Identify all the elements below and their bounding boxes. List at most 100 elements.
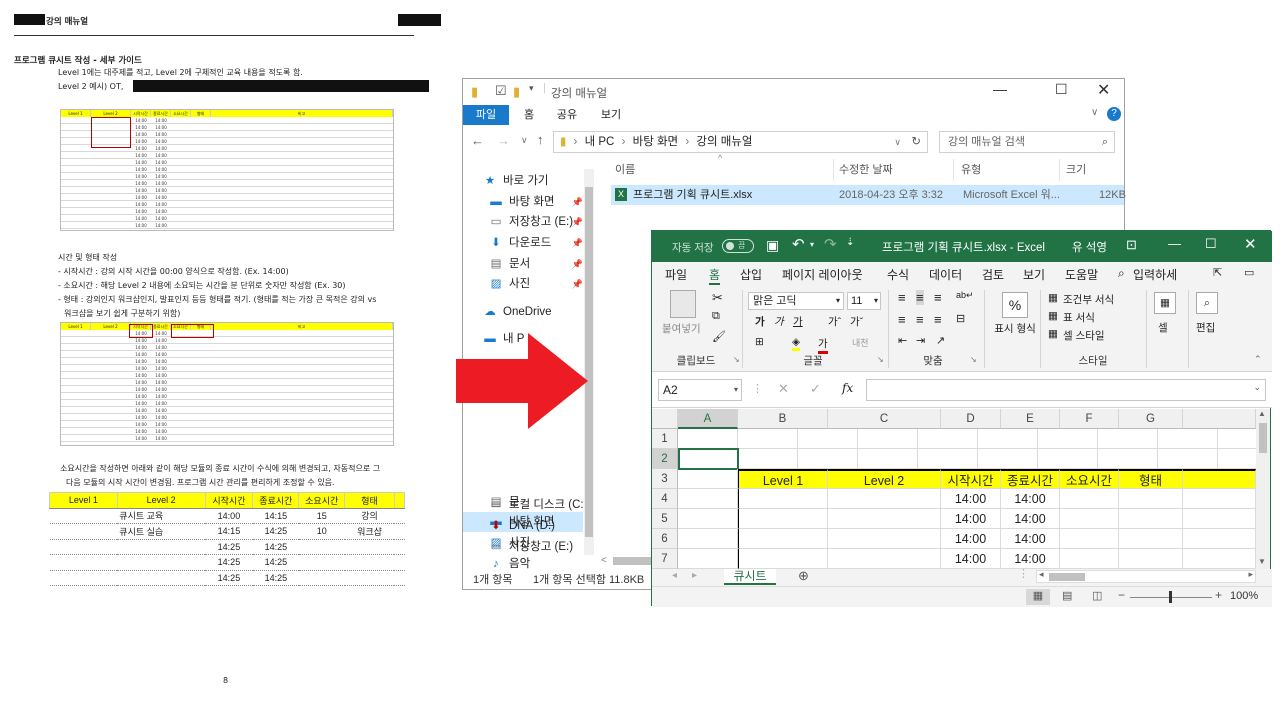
cut-icon[interactable]: ✂ — [712, 290, 723, 306]
column-header[interactable]: E — [1001, 409, 1060, 429]
horizontal-scrollbar[interactable]: ◂ ▸ — [1036, 569, 1256, 583]
pin-icon[interactable]: 📌 — [572, 254, 583, 274]
cell[interactable]: 14:00 — [941, 489, 1001, 509]
zoom-level[interactable]: 100% — [1230, 590, 1258, 602]
collapse-ribbon-icon[interactable]: ⌃ — [1254, 354, 1262, 365]
cell[interactable]: 14:00 — [941, 529, 1001, 549]
paste-label[interactable]: 붙여넣기 — [662, 321, 701, 336]
number-format-button[interactable]: 표시 형식 — [992, 322, 1038, 336]
h-scrollbar-thumb[interactable] — [613, 557, 653, 565]
tab-view[interactable]: 보기 — [595, 105, 627, 125]
close-icon[interactable]: ✕ — [1244, 235, 1257, 253]
editing-button[interactable]: 편집 — [1196, 320, 1215, 335]
column-header[interactable]: G — [1119, 409, 1183, 429]
cell[interactable]: 14:00 — [1001, 489, 1060, 509]
cell[interactable]: 14:00 — [1001, 549, 1060, 569]
cond-format-button[interactable]: 조건부 서식 — [1063, 292, 1114, 307]
italic-icon[interactable]: 가 — [774, 314, 784, 329]
paste-icon[interactable] — [670, 290, 696, 318]
row-header[interactable]: 4 — [652, 489, 678, 509]
cancel-icon[interactable]: ✕ — [778, 381, 789, 397]
undo-icon[interactable]: ↶ — [792, 235, 805, 253]
insert-function-icon[interactable]: fx — [842, 381, 853, 395]
cell[interactable] — [1119, 549, 1183, 569]
help-icon[interactable]: ? — [1107, 107, 1121, 121]
cell[interactable] — [1183, 549, 1256, 569]
bold-icon[interactable]: 가 — [755, 314, 765, 329]
refresh-icon[interactable]: ↻ — [911, 132, 921, 152]
pin-icon[interactable]: 📌 — [572, 192, 583, 212]
scroll-right-icon[interactable]: ▸ — [1248, 569, 1253, 580]
save-icon[interactable]: ▣ — [766, 237, 779, 254]
comments-icon[interactable]: ▭ — [1244, 266, 1254, 279]
name-box[interactable]: A2 ▾ — [658, 379, 742, 401]
enter-icon[interactable]: ✓ — [810, 381, 821, 397]
selected-cell-a2[interactable] — [678, 448, 739, 470]
undo-dropdown-icon[interactable]: ▾ — [810, 240, 814, 249]
font-name-select[interactable]: 맑은 고딕 ▾ — [748, 292, 844, 310]
decrease-indent-icon[interactable]: ⇤ — [898, 334, 907, 347]
tab-formulas[interactable]: 수식 — [887, 266, 909, 283]
zoom-out-icon[interactable]: − — [1118, 588, 1125, 602]
page-layout-view-icon[interactable]: ▤ — [1062, 589, 1072, 602]
cell[interactable] — [1060, 509, 1119, 529]
redo-icon[interactable]: ↷ — [824, 235, 837, 253]
search-input[interactable]: 강의 매뉴얼 검색 ⌕ — [939, 131, 1115, 153]
nav-item-pictures[interactable]: ▨ 사진 📌 — [489, 274, 583, 294]
tab-file[interactable]: 파일 — [463, 105, 509, 125]
cell[interactable]: 14:00 — [1001, 509, 1060, 529]
align-center-icon[interactable]: ≡ — [916, 312, 924, 327]
cell[interactable] — [678, 549, 738, 569]
cell[interactable]: 14:00 — [941, 509, 1001, 529]
breadcrumb-desktop[interactable]: 바탕 화면 — [633, 136, 679, 148]
scroll-left-icon[interactable]: < — [601, 555, 607, 566]
tab-data[interactable]: 데이터 — [929, 266, 962, 283]
formula-input[interactable]: ⌄ — [866, 379, 1266, 401]
header-cell[interactable]: 소요시간 — [1060, 469, 1119, 489]
cell[interactable] — [1183, 509, 1256, 529]
forward-icon[interactable]: → — [497, 133, 510, 148]
customize-qat-icon[interactable]: ⇣ — [846, 237, 854, 248]
header-cell[interactable]: Level 1 — [738, 469, 828, 489]
tab-review[interactable]: 검토 — [982, 266, 1004, 283]
merge-icon[interactable]: ⊟ — [956, 312, 965, 325]
cell[interactable] — [828, 489, 941, 509]
align-top-icon[interactable]: ≡ — [898, 290, 906, 305]
dialog-launcher-icon[interactable]: ↘ — [877, 355, 884, 364]
tab-home[interactable]: 홈 — [709, 266, 721, 285]
tab-share[interactable]: 공유 — [551, 105, 583, 125]
cell[interactable] — [738, 489, 828, 509]
column-header[interactable]: C — [828, 409, 941, 429]
row-header[interactable]: 1 — [652, 429, 678, 449]
format-painter-icon[interactable]: 🖌 — [712, 330, 726, 343]
column-size[interactable]: 크기 — [1066, 159, 1086, 181]
cell[interactable] — [1060, 489, 1119, 509]
column-header[interactable]: F — [1060, 409, 1119, 429]
share-icon[interactable]: ⇱ — [1213, 266, 1222, 279]
scroll-left-icon[interactable]: ◂ — [1039, 569, 1044, 580]
cell[interactable] — [738, 509, 828, 529]
tab-help[interactable]: 도움말 — [1065, 266, 1098, 283]
align-right-icon[interactable]: ≡ — [934, 312, 942, 327]
cell[interactable] — [828, 549, 941, 569]
column-date[interactable]: 수정한 날짜 — [839, 159, 893, 181]
sheet-next-icon[interactable]: ▸ — [692, 570, 697, 581]
zoom-in-icon[interactable]: + — [1215, 588, 1222, 602]
file-row[interactable]: X 프로그램 기획 큐시트.xlsx 2018-04-23 오후 3:32 Mi… — [611, 185, 1126, 205]
column-type[interactable]: 유형 — [961, 159, 981, 181]
nav-item-dna[interactable]: ⬇ DNA (D:) — [489, 516, 589, 536]
cell[interactable] — [1119, 509, 1183, 529]
minimize-icon[interactable]: — — [993, 81, 1007, 97]
cell[interactable] — [1183, 489, 1256, 509]
scrollbar-thumb[interactable] — [1259, 423, 1267, 453]
cell[interactable] — [738, 529, 828, 549]
expand-formula-icon[interactable]: ⌄ — [1253, 382, 1261, 393]
orientation-icon[interactable]: ↗ — [936, 334, 945, 347]
page-break-view-icon[interactable]: ◫ — [1092, 589, 1102, 602]
column-header[interactable]: B — [738, 409, 828, 429]
maximize-icon[interactable]: ☐ — [1055, 81, 1068, 98]
cell[interactable] — [1183, 529, 1256, 549]
normal-view-icon[interactable]: ▦ — [1026, 589, 1050, 605]
cell[interactable] — [738, 549, 828, 569]
column-header[interactable] — [1183, 409, 1256, 429]
